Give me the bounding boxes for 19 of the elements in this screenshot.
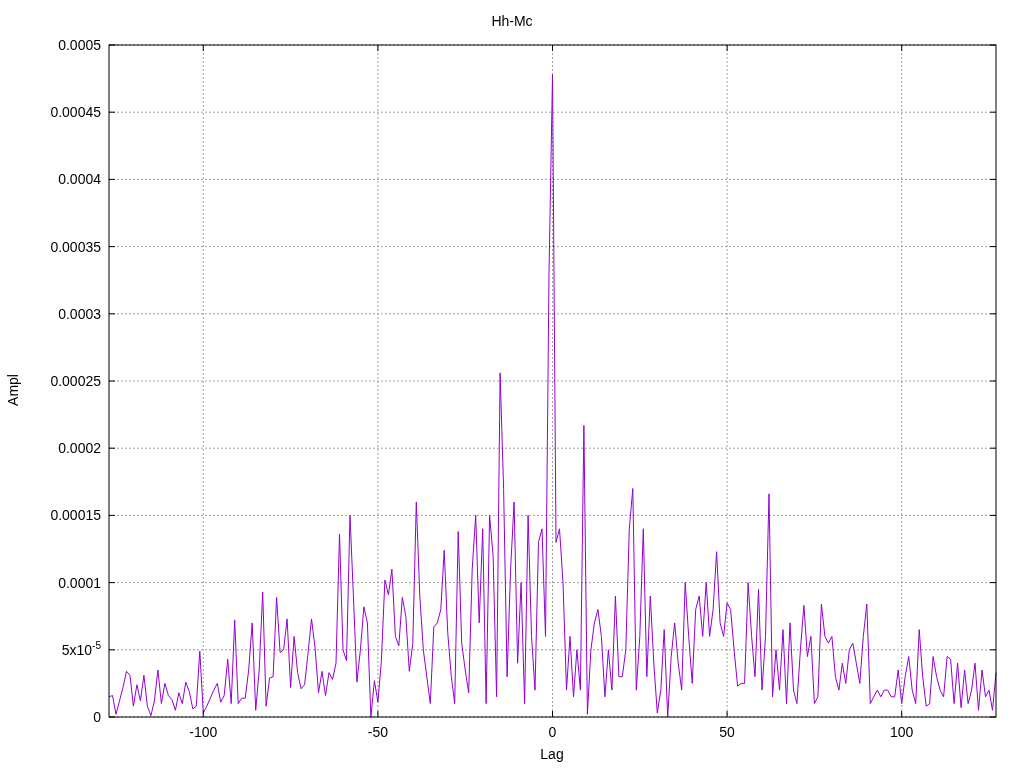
x-tick-label: -50 [366, 724, 389, 740]
y-axis-label: Ampl [5, 374, 21, 406]
x-axis-label: Lag [540, 746, 564, 762]
y-tick-label: 0 [93, 708, 101, 726]
y-tick-label: 0.00025 [50, 372, 101, 390]
y-tick-label: 0.0005 [58, 36, 101, 54]
chart-title: Hh-Mc [491, 13, 533, 29]
y-tick-label: 0.00035 [50, 237, 101, 256]
y-tick-label: 0.0002 [58, 439, 101, 458]
y-tick-label: 5x10$^{-5}$ [61, 640, 101, 659]
y-tick-label: 0.0003 [58, 304, 101, 323]
y-tick-label: 0.0004 [58, 170, 101, 189]
x-tick-label: -100 [188, 724, 219, 740]
x-tick-label: 100 [889, 724, 915, 740]
x-tick-label: 0 [547, 724, 558, 740]
y-tick-label: 0.00015 [50, 506, 101, 525]
x-tick-label: 50 [718, 724, 736, 740]
y-tick-label: 0.00045 [50, 103, 101, 122]
y-tick-label: 0.0001 [58, 573, 101, 592]
